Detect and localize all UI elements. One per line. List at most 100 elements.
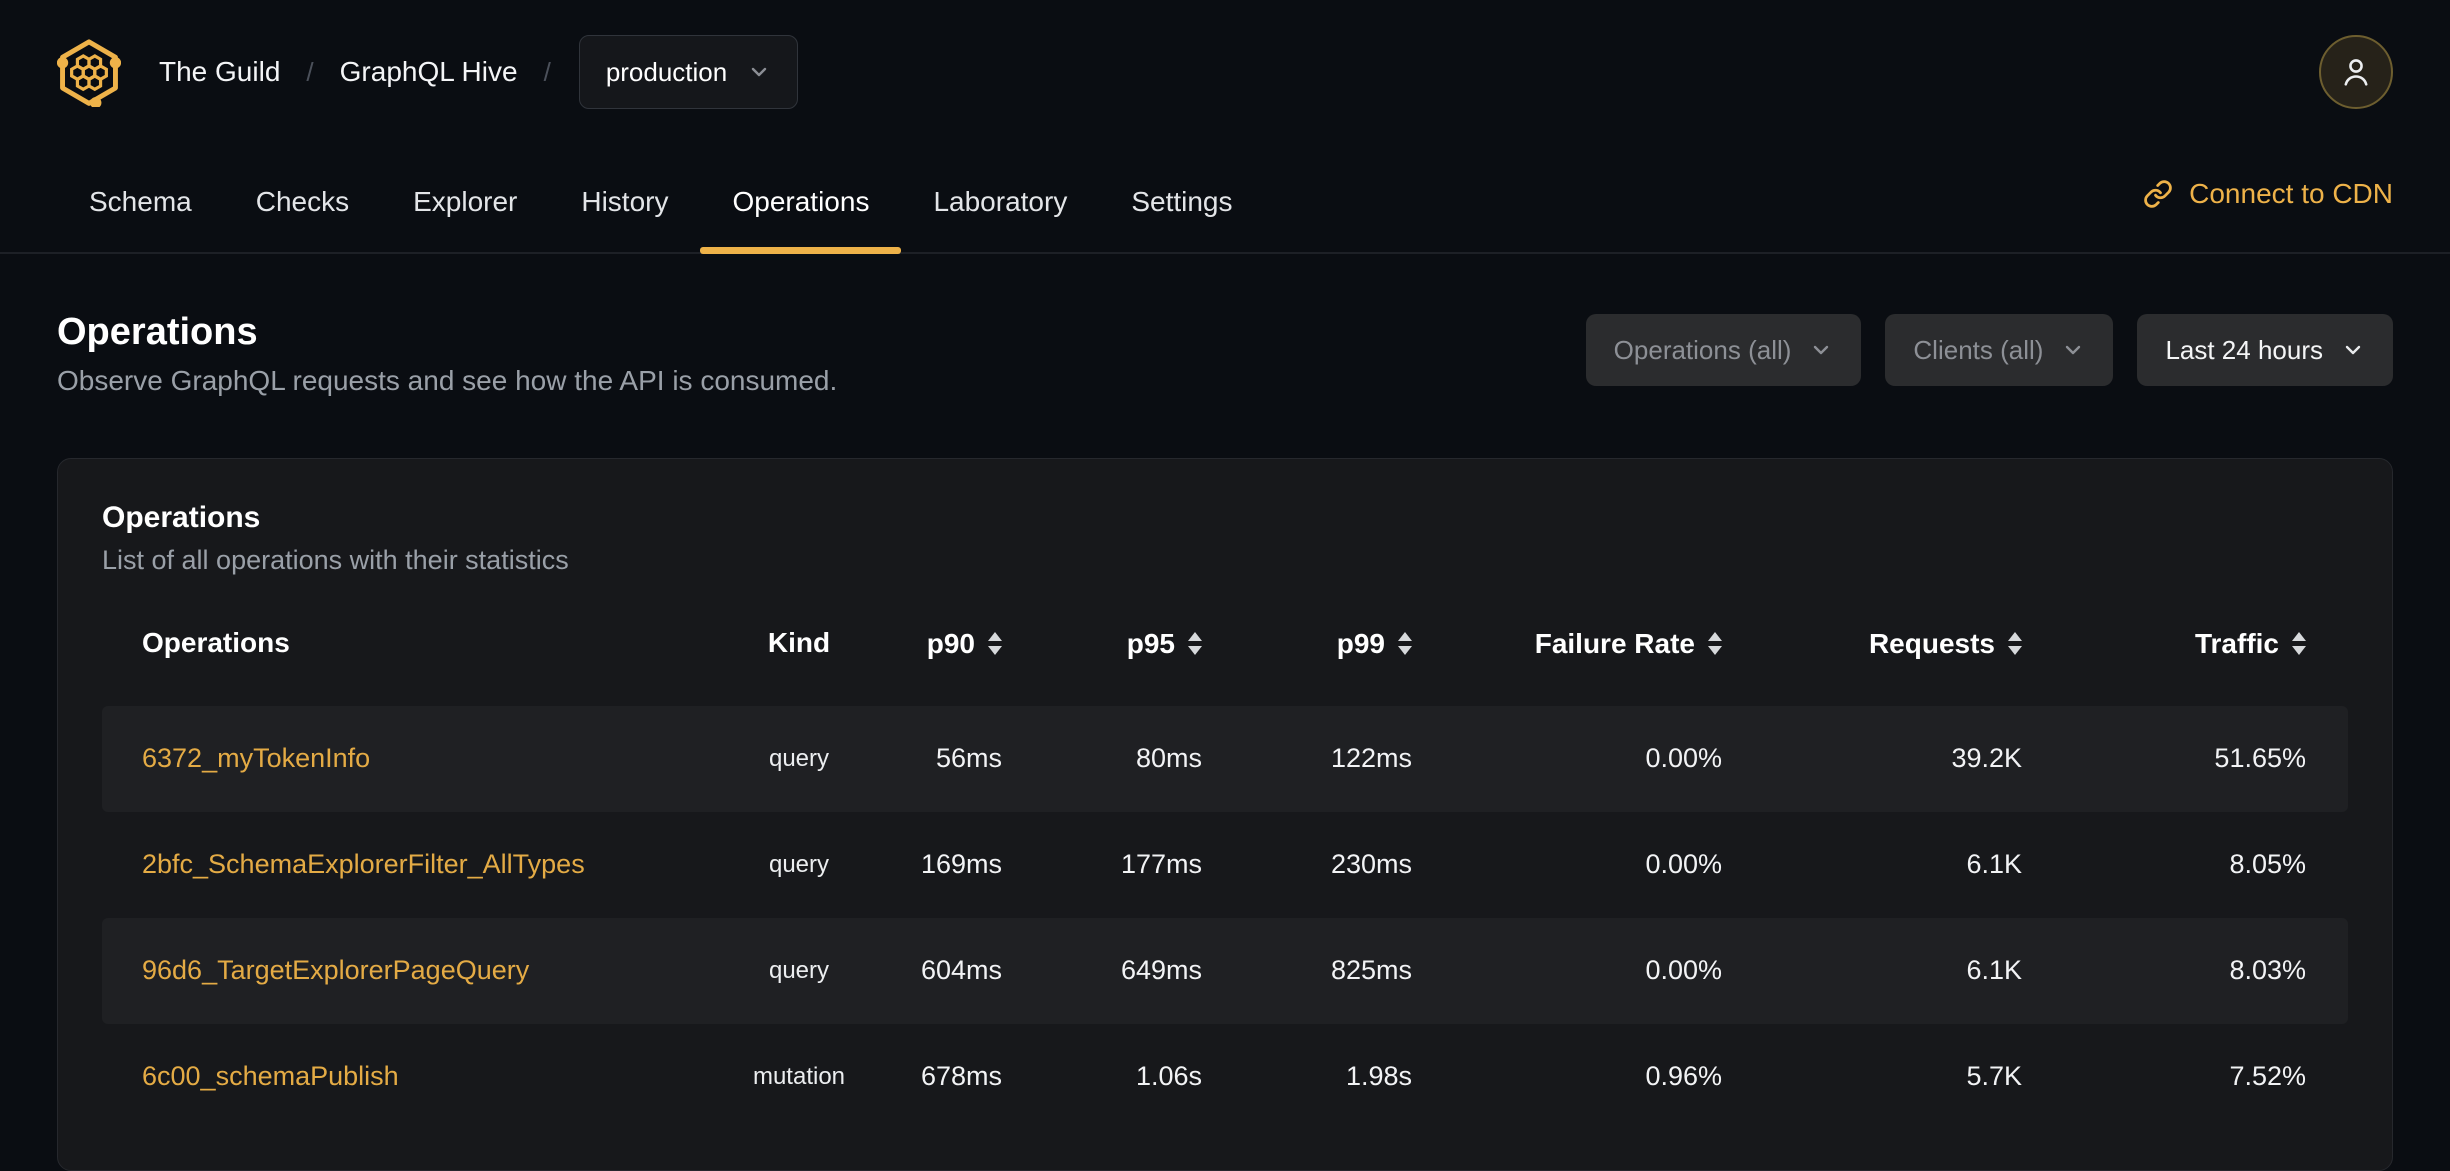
breadcrumb-separator: /	[306, 56, 314, 87]
p99-cell: 230ms	[1330, 849, 1412, 880]
app-header: The Guild / GraphQL Hive / production	[0, 0, 2450, 110]
sort-arrows-icon	[1398, 632, 1412, 656]
filters: Operations (all) Clients (all) Last 24 h…	[1585, 314, 2393, 386]
connect-to-cdn-link[interactable]: Connect to CDN	[2143, 178, 2393, 252]
breadcrumb-separator: /	[543, 56, 551, 87]
operations-filter-button[interactable]: Operations (all)	[1585, 314, 1862, 386]
tab-explorer[interactable]: Explorer	[381, 124, 549, 252]
breadcrumb-project[interactable]: GraphQL Hive	[340, 56, 518, 88]
operation-name-cell: 96d6_TargetExplorerPageQuery	[102, 917, 724, 1024]
col-header-p99[interactable]: p99	[1244, 604, 1454, 706]
sort-arrows-icon	[1708, 632, 1722, 656]
col-header-kind: Kind	[767, 626, 831, 658]
operation-name-cell: 6372_myTokenInfo	[102, 705, 724, 812]
page-subtitle: Observe GraphQL requests and see how the…	[57, 365, 838, 396]
chevron-down-icon	[1809, 338, 1833, 362]
main-nav: Schema Checks Explorer History Operation…	[0, 124, 2450, 254]
col-header-p90[interactable]: p90	[874, 604, 1044, 706]
operation-link[interactable]: 6372_myTokenInfo	[142, 743, 370, 773]
link-icon	[2144, 180, 2172, 208]
col-label: p95	[1126, 627, 1175, 659]
col-header-failure-rate[interactable]: Failure Rate	[1454, 604, 1764, 706]
p90-cell: 678ms	[920, 1061, 1002, 1092]
traffic-cell: 8.05%	[2229, 849, 2306, 880]
failure-rate-cell: 0.00%	[1645, 849, 1722, 880]
user-menu-button[interactable]	[2319, 35, 2393, 109]
kind-cell: mutation	[752, 1062, 846, 1090]
table-row: 6c00_schemaPublish mutation 678ms 1.06s …	[102, 1024, 2348, 1130]
chevron-down-icon	[2061, 338, 2085, 362]
p99-cell: 1.98s	[1345, 1061, 1412, 1092]
chevron-down-icon	[2341, 338, 2365, 362]
requests-cell: 6.1K	[1966, 849, 2022, 880]
col-header-operations: Operations	[142, 626, 290, 658]
date-range-button[interactable]: Last 24 hours	[2137, 314, 2393, 386]
target-selector-value: production	[605, 56, 728, 87]
p99-cell: 122ms	[1244, 705, 1454, 812]
p90-cell: 169ms	[920, 849, 1002, 880]
col-label: Failure Rate	[1534, 627, 1695, 659]
sort-arrows-icon	[2292, 632, 2306, 656]
requests-cell: 5.7K	[1966, 1061, 2022, 1092]
requests-cell: 6.1K	[1764, 917, 2064, 1024]
sort-arrows-icon	[2008, 632, 2022, 656]
col-label: Requests	[1868, 627, 1995, 659]
table-row: 2bfc_SchemaExplorerFilter_AllTypes query…	[102, 812, 2348, 918]
operations-table: Operations Kind p90 p95 p99 Failure Rate…	[102, 604, 2348, 1130]
operations-card: Operations List of all operations with t…	[57, 458, 2393, 1171]
operation-name-cell: 2bfc_SchemaExplorerFilter_AllTypes	[102, 812, 724, 918]
p95-cell: 649ms	[1044, 917, 1244, 1024]
operation-link[interactable]: 96d6_TargetExplorerPageQuery	[142, 955, 529, 985]
connect-to-cdn-label: Connect to CDN	[2189, 178, 2393, 209]
page-header-text: Operations Observe GraphQL requests and …	[57, 310, 837, 398]
clients-filter-button[interactable]: Clients (all)	[1885, 314, 2114, 386]
requests-cell: 39.2K	[1764, 705, 2064, 812]
col-label: Traffic	[2194, 627, 2279, 659]
p90-cell: 604ms	[874, 917, 1044, 1024]
card-title: Operations	[102, 501, 261, 534]
p95-cell: 80ms	[1044, 705, 1244, 812]
p99-cell: 825ms	[1244, 917, 1454, 1024]
kind-cell: query	[724, 705, 874, 812]
p95-cell: 1.06s	[1135, 1061, 1202, 1092]
tab-history[interactable]: History	[549, 124, 700, 252]
failure-rate-cell: 0.96%	[1645, 1061, 1722, 1092]
p90-cell: 56ms	[874, 705, 1044, 812]
page-header: Operations Observe GraphQL requests and …	[0, 310, 2450, 398]
col-header-p95[interactable]: p95	[1044, 604, 1244, 706]
tab-schema[interactable]: Schema	[57, 124, 224, 252]
card-subtitle: List of all operations with their statis…	[102, 545, 569, 575]
col-label: p90	[926, 627, 975, 659]
p95-cell: 177ms	[1120, 849, 1202, 880]
tab-operations[interactable]: Operations	[700, 124, 902, 254]
chevron-down-icon	[747, 60, 771, 84]
hive-logo-icon[interactable]	[57, 37, 121, 107]
target-selector[interactable]: production	[578, 35, 799, 109]
kind-cell: query	[724, 917, 874, 1024]
date-range-label: Last 24 hours	[2165, 334, 2323, 365]
operation-name-cell: 6c00_schemaPublish	[102, 1024, 724, 1130]
breadcrumb-org[interactable]: The Guild	[159, 56, 280, 88]
col-label: p99	[1336, 627, 1385, 659]
failure-rate-cell: 0.00%	[1454, 705, 1764, 812]
table-row: 96d6_TargetExplorerPageQuery query 604ms…	[102, 917, 2348, 1024]
sort-arrows-icon	[1188, 632, 1202, 656]
tab-checks[interactable]: Checks	[224, 124, 381, 252]
page-title: Operations	[57, 311, 258, 353]
kind-cell: query	[768, 850, 830, 878]
clients-filter-label: Clients (all)	[1913, 334, 2044, 365]
table-header-row: Operations Kind p90 p95 p99 Failure Rate…	[102, 604, 2348, 706]
operation-link[interactable]: 6c00_schemaPublish	[142, 1061, 399, 1091]
tab-laboratory[interactable]: Laboratory	[901, 124, 1099, 252]
traffic-cell: 7.52%	[2229, 1061, 2306, 1092]
col-header-requests[interactable]: Requests	[1764, 604, 2064, 706]
traffic-cell: 51.65%	[2064, 705, 2348, 812]
failure-rate-cell: 0.00%	[1454, 917, 1764, 1024]
traffic-cell: 8.03%	[2064, 917, 2348, 1024]
col-header-traffic[interactable]: Traffic	[2064, 604, 2348, 706]
tab-settings[interactable]: Settings	[1099, 124, 1264, 252]
user-icon	[2344, 59, 2368, 86]
operation-link[interactable]: 2bfc_SchemaExplorerFilter_AllTypes	[142, 849, 585, 879]
table-row: 6372_myTokenInfo query 56ms 80ms 122ms 0…	[102, 705, 2348, 812]
operations-filter-label: Operations (all)	[1613, 334, 1792, 365]
